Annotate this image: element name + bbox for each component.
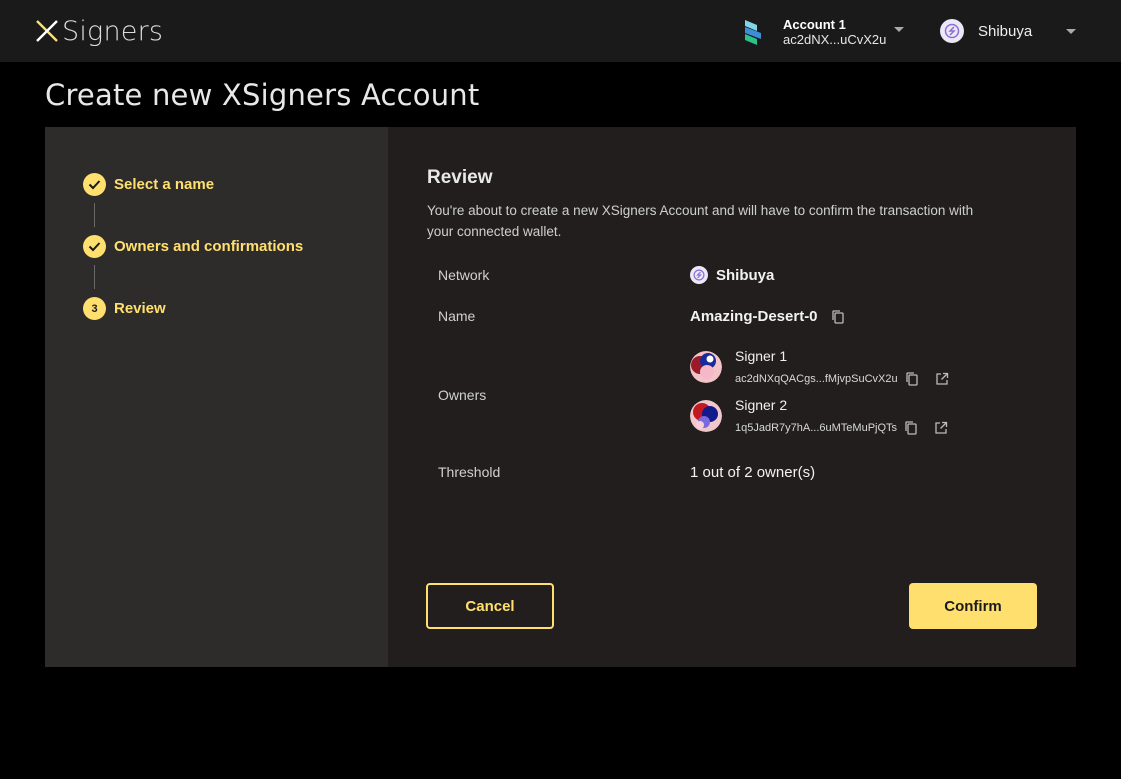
review-panel: Review You're about to create a new XSig… [388, 127, 1076, 667]
wallet-extension-icon [742, 18, 766, 46]
external-link-icon[interactable] [934, 371, 950, 387]
step-select-name[interactable]: Select a name [83, 173, 214, 196]
check-icon [83, 235, 106, 258]
signer-name: Signer 1 [735, 348, 788, 364]
threshold-row-label: Threshold [438, 464, 501, 480]
owner-item: Signer 1 ac2dNXqQACgs...fMjvpSuCvX2u [690, 347, 950, 387]
account-name: Account 1 [783, 17, 846, 32]
network-row-label: Network [438, 267, 490, 283]
step-label: Review [114, 300, 166, 317]
step-label: Select a name [114, 176, 215, 193]
threshold-value: 1 out of 2 owner(s) [690, 464, 816, 481]
step-review[interactable]: 3 Review [83, 297, 166, 320]
check-icon [83, 173, 106, 196]
steps-panel: Select a name Owners and confirmations 3… [45, 127, 388, 667]
step-label: Owners and confirmations [114, 238, 304, 255]
copy-icon[interactable] [903, 420, 919, 436]
confirm-button[interactable]: Confirm [909, 583, 1037, 629]
network-selector[interactable]: Shibuya [940, 18, 1076, 44]
signer-address: ac2dNXqQACgs...fMjvpSuCvX2u [735, 373, 898, 385]
network-value: Shibuya [716, 266, 775, 284]
signer-address: 1q5JadR7y7hA...6uMTeMuPjQTs [735, 422, 898, 434]
threshold-row-value: 1 out of 2 owner(s) [690, 464, 815, 481]
name-row-label: Name [438, 308, 476, 324]
page-title: Create new XSigners Account [45, 78, 480, 112]
account-name-value: Amazing-Desert-0 [690, 308, 818, 325]
step-number: 3 [83, 297, 106, 320]
step-connector [94, 203, 95, 227]
chevron-down-icon [894, 26, 905, 32]
review-description: You're about to create a new XSigners Ac… [427, 203, 974, 239]
signer-avatar [690, 400, 722, 432]
owners-row-label: Owners [438, 387, 487, 403]
network-row-value: Shibuya [690, 266, 774, 284]
logo-text: Signers [62, 15, 164, 47]
external-link-icon[interactable] [933, 420, 949, 436]
copy-icon[interactable] [904, 371, 920, 387]
step-owners[interactable]: Owners and confirmations [83, 235, 303, 258]
x-logo-icon [34, 18, 60, 44]
top-bar: Signers Account 1 ac2dNX...uCvX2u Shibuy… [0, 0, 1121, 62]
shibuya-network-icon [690, 266, 708, 284]
step-connector [94, 265, 95, 289]
create-account-card: Select a name Owners and confirmations 3… [45, 127, 1076, 667]
chevron-down-icon [1066, 28, 1076, 34]
network-label: Shibuya [978, 22, 1033, 40]
review-title: Review [427, 167, 493, 188]
owner-item: Signer 2 1q5JadR7y7hA...6uMTeMuPjQTs [690, 396, 949, 436]
copy-icon[interactable] [830, 309, 846, 325]
shibuya-network-icon [940, 19, 964, 43]
name-row-value: Amazing-Desert-0 [690, 308, 846, 325]
signer-avatar [690, 351, 722, 383]
signer-name: Signer 2 [735, 397, 788, 413]
xsigners-logo[interactable]: Signers [34, 14, 163, 48]
account-selector[interactable]: Account 1 ac2dNX...uCvX2u [742, 14, 905, 50]
cancel-button[interactable]: Cancel [426, 583, 554, 629]
account-address: ac2dNX...uCvX2u [783, 32, 887, 47]
